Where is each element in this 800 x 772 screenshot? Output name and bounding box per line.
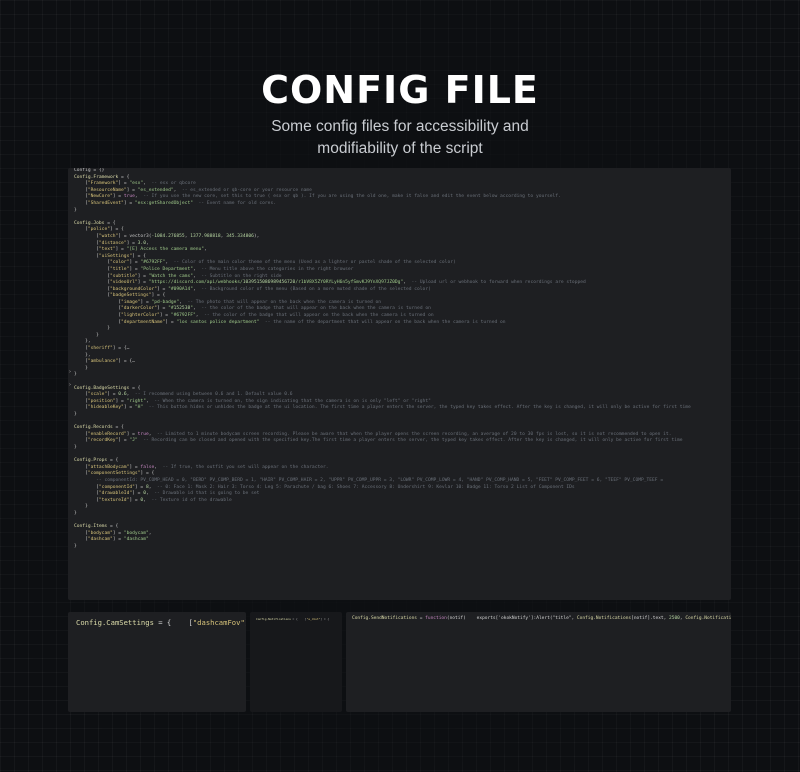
code-line: ["ambulance"] = {… <box>74 359 135 365</box>
code-line: } <box>74 411 77 417</box>
cam-settings-panel: Config.CamSettings = { ["dashcamFov"] = … <box>68 612 246 712</box>
code-line: Config.Notifications = { <box>256 617 298 621</box>
page-title: CONFIG FILE <box>261 68 539 112</box>
fold-gutter: › › <box>68 168 73 600</box>
code-line: } <box>74 207 77 213</box>
code-line: Config.Props = { <box>74 458 119 464</box>
code-line: ["videoUrl"] = "https://discord.com/api/… <box>74 280 586 286</box>
code-line: } <box>74 365 88 371</box>
code-line: ["a_dist"] = { <box>297 617 330 621</box>
code-line: Config.Jobs = { <box>74 220 116 226</box>
main-code-block: Config = {} Config.Framework = { ["Framew… <box>74 168 731 550</box>
code-line: } <box>74 510 77 516</box>
code-line: }, <box>74 352 91 358</box>
code-line: } <box>74 504 88 510</box>
functions-code: Config.SendNotifications = function(noti… <box>352 616 731 623</box>
code-line: exports['okokNotify']:Alert("title", Con… <box>465 616 731 621</box>
code-line: } <box>74 372 77 378</box>
code-line: ["Framework"] = "esx", -- esx or qbcore <box>74 181 196 187</box>
code-line: ["police"] = { <box>74 227 124 233</box>
code-line: ["color"] = "#6792FF", -- Color of the m… <box>74 260 456 266</box>
code-line: ["dashcam"] = "dashcam" <box>74 537 149 543</box>
code-line: ["recordKey"] = "J" -- Recording can be … <box>74 438 683 444</box>
code-line: Config.SendNotifications = function(noti… <box>352 616 466 621</box>
code-line: } <box>74 332 99 338</box>
notifications-panel: Config.Notifications = { ["a_dist"] = { … <box>250 612 342 712</box>
functions-panel: Config.SendNotifications = function(noti… <box>346 612 731 712</box>
code-line: ["bodycam"] = "bodycam", <box>74 530 152 536</box>
code-line: ["sheriff"] = {… <box>74 346 130 352</box>
page-subtitle: Some config files for accessibility and … <box>271 118 529 157</box>
code-line: } <box>74 444 77 450</box>
code-line: ["lighterColor"] = "#6792FF", -- the col… <box>74 313 434 319</box>
code-line: Config = {} <box>74 168 105 173</box>
code-line: ["departmentName"] = "los santos police … <box>74 319 506 325</box>
code-line: ["dashcamFov"] = 80.0, <box>171 618 247 627</box>
code-line: }, <box>74 339 91 345</box>
code-line: } <box>74 543 77 549</box>
fold-collapsed-icon[interactable]: › <box>69 369 71 375</box>
fold-collapsed-icon[interactable]: › <box>69 382 71 388</box>
code-line: ["componentSettings"] = { <box>74 471 155 477</box>
code-line: Config.Items = { <box>74 524 119 530</box>
main-config-panel: › › Config = {} Config.Framework = { ["Fr… <box>68 168 731 600</box>
code-line: } <box>74 326 110 332</box>
code-line: ["textureId"] = 0, -- Texture id of the … <box>74 497 232 503</box>
code-line: ["title"] = "Police Department", -- Menu… <box>74 266 354 272</box>
code-line: ["backgroundColor"] = "#090A14", -- Back… <box>74 286 431 292</box>
code-line: ["text"] = "You are too far", <box>329 617 342 621</box>
notifications-code: Config.Notifications = { ["a_dist"] = { … <box>256 616 342 622</box>
code-line: ["attachBodycam"] = false, -- If true, t… <box>74 464 329 470</box>
cam-settings-code: Config.CamSettings = { ["dashcamFov"] = … <box>76 618 246 628</box>
code-line: ["hideableKey"] = "H" -- This button hid… <box>74 405 691 411</box>
code-line: Config.Records = { <box>74 425 124 431</box>
code-line: ["scale"] = 0.6, -- I recommend using be… <box>74 392 293 398</box>
code-line: ["SharedEvent"] = "esx:getSharedObject" … <box>74 200 276 206</box>
code-line: Config.CamSettings = { <box>76 618 172 627</box>
code-line: ["badgeSettings"] = { <box>74 293 166 299</box>
code-line: ["text"] = "[E] Access the camera menu", <box>74 247 207 253</box>
code-line: ["drawableId"] = 0, -- Drawable id that … <box>74 491 260 497</box>
code-line: -- componentId: PV_COMP_HEAD = 0, "BERD"… <box>96 477 664 483</box>
code-line: ["watch"] = vector3(-1084.276855, 1377.9… <box>74 233 260 239</box>
code-line: ["NewCore"] = true, -- If you use the ne… <box>74 194 561 200</box>
